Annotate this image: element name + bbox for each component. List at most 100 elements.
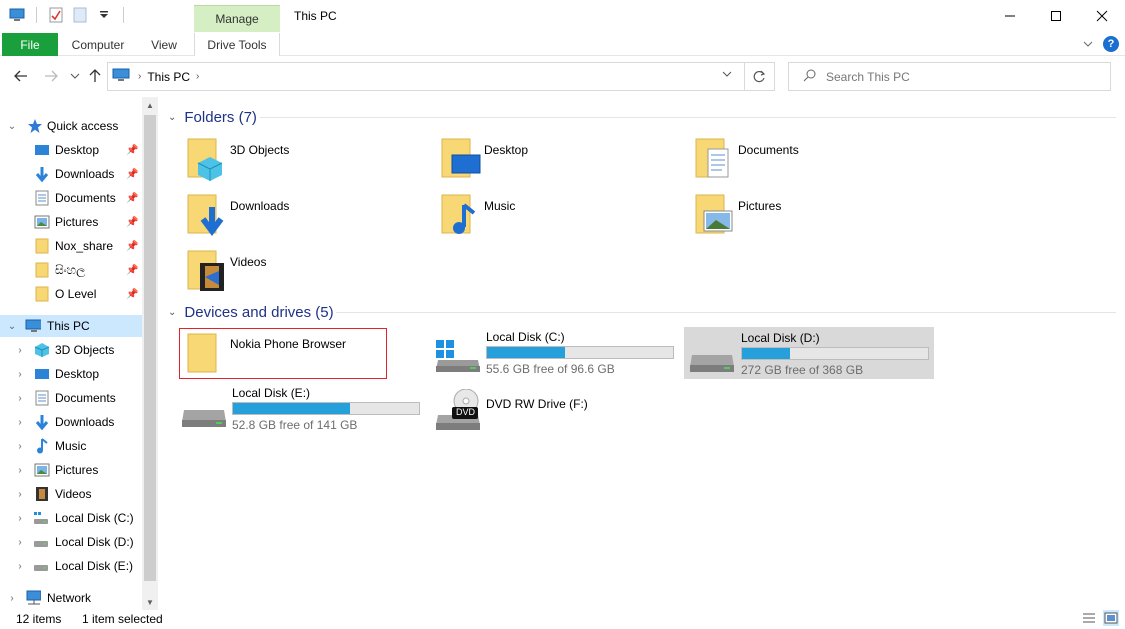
large-icons-view-icon[interactable]	[1103, 610, 1119, 626]
sidebar-item-desktop[interactable]: Desktop 📌	[0, 139, 142, 161]
address-bar[interactable]: › This PC ›	[107, 62, 775, 91]
sidebar-item-pc-documents[interactable]: › Documents	[0, 387, 142, 409]
expand-chevron-icon[interactable]: ›	[14, 393, 26, 404]
scroll-up-icon[interactable]: ▲	[142, 97, 158, 113]
back-button[interactable]	[12, 67, 30, 85]
drive-local-disk-c[interactable]: Local Disk (C:) 55.6 GB free of 96.6 GB	[436, 326, 686, 378]
details-view-icon[interactable]	[1081, 610, 1097, 626]
folder-music[interactable]: Music	[438, 191, 688, 243]
pin-icon[interactable]: 📌	[126, 289, 138, 300]
breadcrumb-chevron-icon[interactable]: ›	[196, 71, 199, 82]
documents-icon	[34, 190, 50, 206]
expand-chevron-icon[interactable]: ›	[14, 513, 26, 524]
folder-pictures[interactable]: Pictures	[692, 191, 942, 243]
sidebar-item-local-disk-d[interactable]: › Local Disk (D:)	[0, 531, 142, 553]
recent-locations-button[interactable]	[66, 67, 84, 85]
search-box[interactable]: Search This PC	[788, 62, 1111, 91]
expand-chevron-icon[interactable]: ›	[14, 441, 26, 452]
expand-chevron-icon[interactable]: ›	[14, 465, 26, 476]
expand-chevron-icon[interactable]: ›	[14, 489, 26, 500]
drive-local-disk-d[interactable]: Local Disk (D:) 272 GB free of 368 GB	[684, 327, 934, 379]
pin-icon[interactable]: 📌	[126, 145, 138, 156]
tab-drive-tools[interactable]: Drive Tools	[194, 33, 280, 56]
sidebar-item-videos[interactable]: › Videos	[0, 483, 142, 505]
expand-chevron-icon[interactable]: ›	[6, 593, 18, 604]
minimize-button[interactable]	[987, 0, 1033, 32]
title-bar: Manage This PC	[0, 0, 1125, 32]
close-button[interactable]	[1079, 0, 1125, 32]
forward-button[interactable]	[42, 67, 60, 85]
drive-usage-fill	[233, 403, 351, 414]
sidebar-item-pictures[interactable]: Pictures 📌	[0, 211, 142, 233]
expand-chevron-icon[interactable]: ›	[14, 345, 26, 356]
sidebar-item-nox-share[interactable]: Nox_share 📌	[0, 235, 142, 257]
drive-dvd-rw[interactable]: DVD DVD RW Drive (F:)	[436, 388, 686, 441]
sidebar-item-documents[interactable]: Documents 📌	[0, 187, 142, 209]
content-pane: ⌄ Folders (7) 3D Objects Desktop Documen…	[160, 97, 1125, 610]
sidebar-item-pc-pictures[interactable]: › Pictures	[0, 459, 142, 481]
devices-group-header[interactable]: ⌄ Devices and drives (5)	[168, 301, 334, 323]
sidebar-item-downloads[interactable]: Downloads 📌	[0, 163, 142, 185]
maximize-button[interactable]	[1033, 0, 1079, 32]
new-folder-icon[interactable]	[71, 6, 89, 24]
sidebar-item-pc-downloads[interactable]: › Downloads	[0, 411, 142, 433]
help-icon[interactable]: ?	[1103, 36, 1119, 52]
tab-computer[interactable]: Computer	[62, 33, 134, 56]
folder-documents[interactable]: Documents	[692, 135, 942, 187]
sidebar-item-o-level[interactable]: O Level 📌	[0, 283, 142, 305]
drive-local-disk-e[interactable]: Local Disk (E:) 52.8 GB free of 141 GB	[182, 382, 432, 434]
pin-icon[interactable]: 📌	[126, 193, 138, 204]
pictures-icon	[34, 462, 50, 478]
drive-name: Local Disk (E:)	[232, 386, 311, 400]
cube-icon	[34, 342, 50, 358]
sidebar-item-this-pc[interactable]: ⌄ This PC	[0, 315, 142, 337]
sidebar-item-pc-desktop[interactable]: › Desktop	[0, 363, 142, 385]
tab-file[interactable]: File	[2, 33, 58, 56]
folder-desktop[interactable]: Desktop	[438, 135, 688, 187]
sidebar-item-local-disk-e[interactable]: › Local Disk (E:)	[0, 555, 142, 577]
breadcrumb-this-pc[interactable]: This PC	[147, 70, 190, 84]
drive-name: Local Disk (C:)	[486, 330, 565, 344]
qat-separator-2	[123, 7, 124, 23]
refresh-button[interactable]	[744, 63, 774, 90]
expand-chevron-icon[interactable]: ›	[14, 561, 26, 572]
device-name: Nokia Phone Browser	[230, 337, 347, 351]
collapse-chevron-icon[interactable]: ⌄	[168, 307, 176, 318]
address-dropdown-icon[interactable]	[722, 70, 732, 81]
tab-view[interactable]: View	[142, 33, 186, 56]
device-nokia-phone-browser[interactable]: Nokia Phone Browser	[184, 330, 434, 382]
manage-context-tab[interactable]: Manage	[194, 5, 280, 32]
collapse-chevron-icon[interactable]: ⌄	[6, 121, 18, 132]
sidebar-item-music[interactable]: › Music	[0, 435, 142, 457]
folders-group-header[interactable]: ⌄ Folders (7)	[168, 106, 257, 128]
download-arrow-icon	[34, 414, 50, 430]
folder-name: Videos	[230, 255, 267, 269]
collapse-chevron-icon[interactable]: ⌄	[168, 112, 176, 123]
folder-downloads[interactable]: Downloads	[184, 191, 434, 243]
expand-chevron-icon[interactable]: ›	[14, 369, 26, 380]
sidebar-item-network[interactable]: › Network	[0, 587, 142, 609]
expand-ribbon-icon[interactable]	[1083, 37, 1093, 51]
pin-icon[interactable]: 📌	[126, 265, 138, 276]
folder-3d-objects[interactable]: 3D Objects	[184, 135, 434, 187]
expand-chevron-icon[interactable]: ›	[14, 537, 26, 548]
pin-icon[interactable]: 📌	[126, 217, 138, 228]
sidebar-item-3d-objects[interactable]: › 3D Objects	[0, 339, 142, 361]
sidebar-item-sinhala[interactable]: සිංහල 📌	[0, 259, 142, 281]
sidebar-item-local-disk-c[interactable]: › Local Disk (C:)	[0, 507, 142, 529]
folder-videos[interactable]: Videos	[184, 247, 434, 299]
pin-icon[interactable]: 📌	[126, 241, 138, 252]
customize-qat-icon[interactable]	[95, 6, 113, 24]
up-button[interactable]	[86, 67, 104, 85]
navigation-bar: › This PC › Search This PC	[0, 57, 1125, 97]
expand-chevron-icon[interactable]: ›	[14, 417, 26, 428]
sidebar-item-quick-access[interactable]: ⌄ Quick access	[0, 115, 142, 137]
sidebar-scrollbar[interactable]: ▲ ▼	[142, 97, 158, 610]
properties-icon[interactable]	[47, 6, 65, 24]
breadcrumb-chevron-icon[interactable]: ›	[138, 71, 141, 82]
scroll-thumb[interactable]	[144, 115, 156, 581]
collapse-chevron-icon[interactable]: ⌄	[6, 321, 18, 332]
folders-group-title: Folders (7)	[184, 108, 257, 126]
pin-icon[interactable]: 📌	[126, 169, 138, 180]
dvd-badge: DVD	[456, 407, 476, 417]
